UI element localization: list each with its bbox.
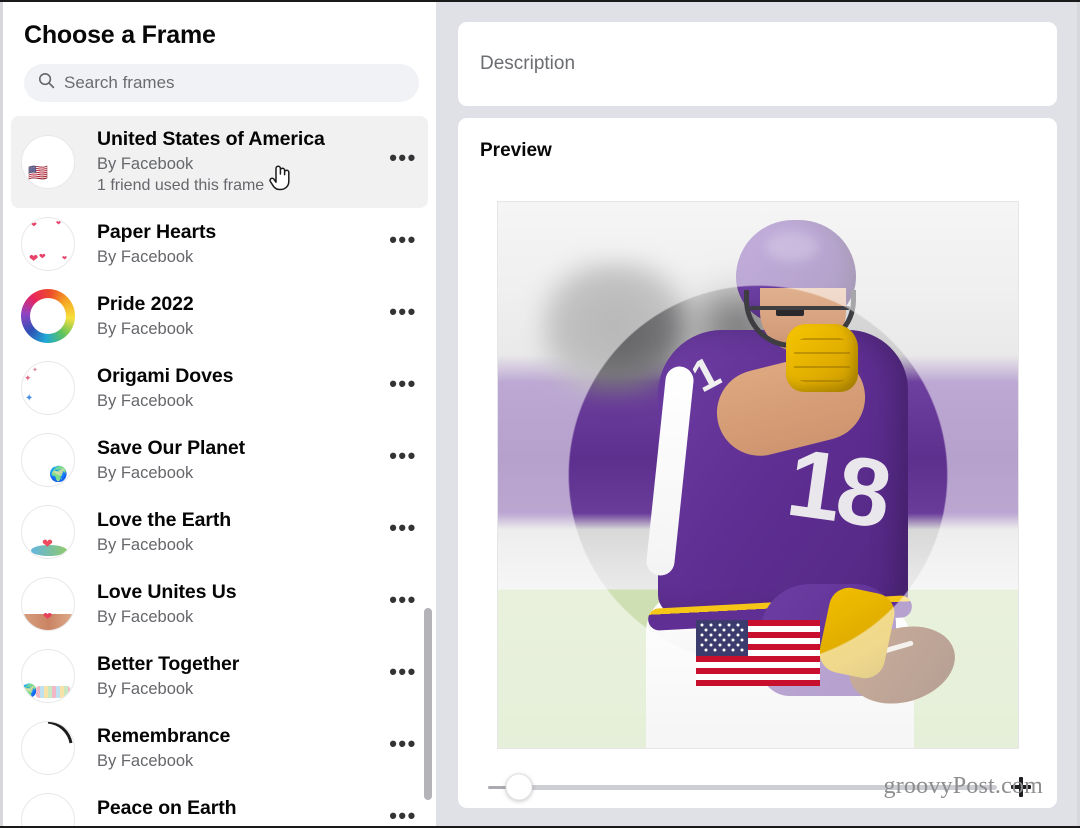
frame-options-button[interactable]: ••• [386,373,420,397]
list-item-frame-peace-on-earth[interactable]: ✿ Peace on Earth By Facebook ••• [11,784,428,826]
frame-author: By Facebook [97,680,194,699]
frame-text-block: Better Together By Facebook [97,652,386,701]
zoom-out-icon[interactable] [488,785,506,789]
frame-name: Save Our Planet [97,436,246,459]
frame-options-button[interactable]: ••• [386,517,420,541]
sidebar-scrollbar-thumb[interactable] [424,608,432,800]
better-together-frame-thumb: 🌍 [21,649,75,703]
list-item-frame-better-together[interactable]: 🌍 Better Together By Facebook ••• [11,640,428,712]
frame-author: By Facebook [97,320,194,339]
love-the-earth-frame-thumb: ❤ [21,505,75,559]
frame-text-block: Paper Hearts By Facebook [97,220,386,269]
frame-name: Peace on Earth [97,796,237,819]
frame-author: By Facebook [97,752,194,771]
watermark: groovyPost.com [883,773,1043,799]
frame-author: By Facebook [97,155,194,174]
frame-name: Love the Earth [97,508,232,531]
origami-doves-frame-thumb: ✦ ✦ ✦ [21,361,75,415]
frame-name: Pride 2022 [97,292,194,315]
frame-list: 🇺🇸 United States of America By Facebook … [3,116,436,826]
frame-text-block: Peace on Earth By Facebook [97,796,386,826]
frame-author: By Facebook [97,608,194,627]
frame-name: Better Together [97,652,240,675]
list-item-frame-origami-doves[interactable]: ✦ ✦ ✦ Origami Doves By Facebook ••• [11,352,428,424]
frame-name: Remembrance [97,724,231,747]
search-input[interactable] [64,73,405,93]
frame-name: United States of America [97,127,325,150]
frame-options-button[interactable]: ••• [386,733,420,757]
list-item-frame-united-states-of-america[interactable]: 🇺🇸 United States of America By Facebook … [11,116,428,208]
frame-text-block: Remembrance By Facebook [97,724,386,773]
paper-hearts-frame-thumb: ❤ ❤ ❤ ❤ ❤ [21,217,75,271]
frame-editor-panel: Preview 1 18 [436,2,1080,826]
profile-photo-preview[interactable]: 1 18 [497,201,1019,749]
list-item-frame-love-the-earth[interactable]: ❤ Love the Earth By Facebook ••• [11,496,428,568]
frame-picker-dialog: Choose a Frame 🇺🇸 United States of Ameri… [0,0,1080,828]
frame-author: By Facebook [97,392,194,411]
list-item-frame-pride-2022[interactable]: Pride 2022 By Facebook ••• [11,280,428,352]
list-item-frame-remembrance[interactable]: Remembrance By Facebook ••• [11,712,428,784]
frame-author: By Facebook [97,822,386,826]
us-flag-sticker-icon [696,620,820,686]
peace-on-earth-frame-thumb: ✿ [21,793,75,826]
list-item-frame-paper-hearts[interactable]: ❤ ❤ ❤ ❤ ❤ Paper Hearts By Facebook ••• [11,208,428,280]
frame-name: Love Unites Us [97,580,237,603]
description-input[interactable] [458,53,1057,75]
frame-options-button[interactable]: ••• [386,661,420,685]
frame-text-block: Save Our Planet By Facebook [97,436,386,485]
love-unites-us-frame-thumb: ❤ [21,577,75,631]
preview-card: Preview 1 18 groovyPost.com [458,118,1057,808]
frame-text-block: Love Unites Us By Facebook [97,580,386,629]
frame-text-block: Pride 2022 By Facebook [97,292,386,341]
glove-finger-lines [794,338,850,382]
player-facemask-bar [750,306,850,310]
zoom-slider-thumb[interactable] [505,773,533,801]
search-frames-field[interactable] [24,64,419,102]
frame-options-button[interactable]: ••• [386,229,420,253]
frame-text-block: Origami Doves By Facebook [97,364,386,413]
preview-title: Preview [480,140,552,161]
list-item-frame-save-our-planet[interactable]: 🌍 Save Our Planet By Facebook ••• [11,424,428,496]
frame-author: By Facebook [97,464,194,483]
frame-options-button[interactable]: ••• [386,147,420,171]
description-card [458,22,1057,106]
remembrance-frame-thumb [21,721,75,775]
frame-options-button[interactable]: ••• [386,301,420,325]
search-icon [38,72,55,94]
page-title: Choose a Frame [24,21,216,49]
list-item-frame-love-unites-us[interactable]: ❤ Love Unites Us By Facebook ••• [11,568,428,640]
frame-options-button[interactable]: ••• [386,589,420,613]
frame-sidebar: Choose a Frame 🇺🇸 United States of Ameri… [0,2,436,826]
save-our-planet-frame-thumb: 🌍 [21,433,75,487]
frame-author: By Facebook [97,248,194,267]
frame-meta: 1 friend used this frame [97,177,265,195]
frame-text-block: United States of America By Facebook 1 f… [97,127,386,197]
frame-name: Origami Doves [97,364,234,387]
frame-options-button[interactable]: ••• [386,805,420,827]
frame-name: Paper Hearts [97,220,217,243]
frame-text-block: Love the Earth By Facebook [97,508,386,557]
helmet-highlight [766,232,818,262]
frame-options-button[interactable]: ••• [386,445,420,469]
us-flag-frame-thumb: 🇺🇸 [21,135,75,189]
pride-2022-frame-thumb [21,289,75,343]
sidebar-scrollbar-track[interactable] [423,116,433,826]
frame-author: By Facebook [97,536,194,555]
